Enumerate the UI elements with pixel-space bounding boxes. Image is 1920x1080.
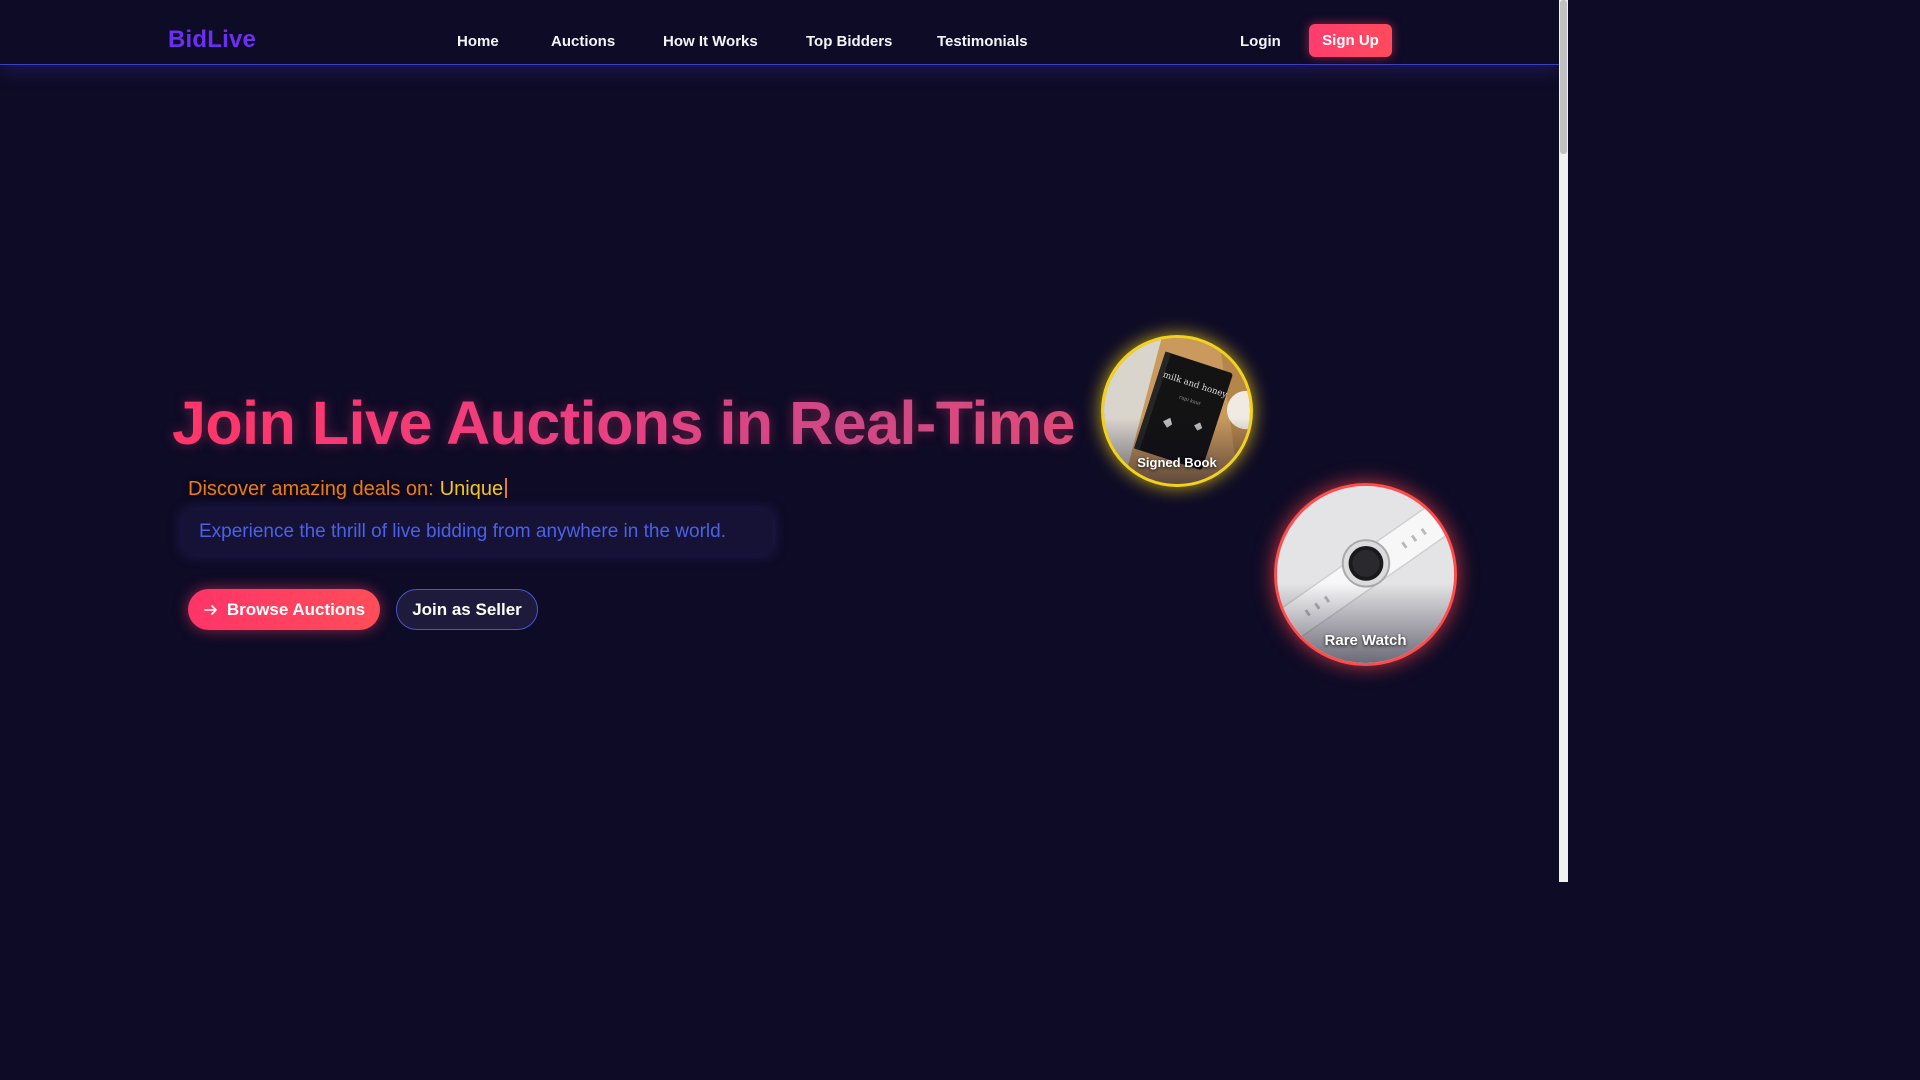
nav-link-auctions[interactable]: Auctions — [551, 33, 615, 50]
browse-auctions-label: Browse Auctions — [226, 599, 366, 619]
navbar: BidLive Home Auctions How It Works Top B… — [0, 0, 1559, 65]
brand-logo[interactable]: BidLive — [168, 26, 256, 54]
scrollbar-thumb[interactable] — [1560, 0, 1567, 154]
item-label-signed-book: Signed Book — [1137, 455, 1217, 470]
hero-subtitle: Experience the thrill of live bidding fr… — [199, 521, 726, 542]
login-link[interactable]: Login — [1240, 33, 1281, 50]
join-as-seller-button[interactable]: Join as Seller — [396, 589, 538, 630]
arrow-right-icon — [204, 604, 217, 615]
discover-prefix: Discover amazing deals on: — [188, 478, 434, 500]
nav-link-how-it-works[interactable]: How It Works — [663, 33, 758, 50]
page: BidLive Home Auctions How It Works Top B… — [0, 0, 1568, 882]
hero-title: Join Live Auctions in Real-Time — [172, 389, 1076, 457]
page-scrollbar[interactable] — [1559, 0, 1568, 882]
nav-link-top-bidders[interactable]: Top Bidders — [806, 33, 892, 50]
nav-link-testimonials[interactable]: Testimonials — [937, 33, 1028, 50]
item-bubble-signed-book[interactable]: milk and honey rupi kaur Signed Book — [1101, 335, 1253, 487]
browse-auctions-button[interactable]: Browse Auctions — [188, 589, 380, 630]
nav-link-home[interactable]: Home — [457, 33, 499, 50]
item-label-rare-watch: Rare Watch — [1324, 632, 1407, 649]
typing-cursor — [505, 478, 508, 498]
subtitle-box: Experience the thrill of live bidding fr… — [183, 510, 773, 554]
item-bubble-rare-watch[interactable]: Rare Watch — [1274, 483, 1457, 666]
signup-button[interactable]: Sign Up — [1309, 24, 1392, 57]
discover-typed-word: Unique — [439, 478, 504, 500]
discover-line: Discover amazing deals on: Unique — [188, 478, 508, 501]
